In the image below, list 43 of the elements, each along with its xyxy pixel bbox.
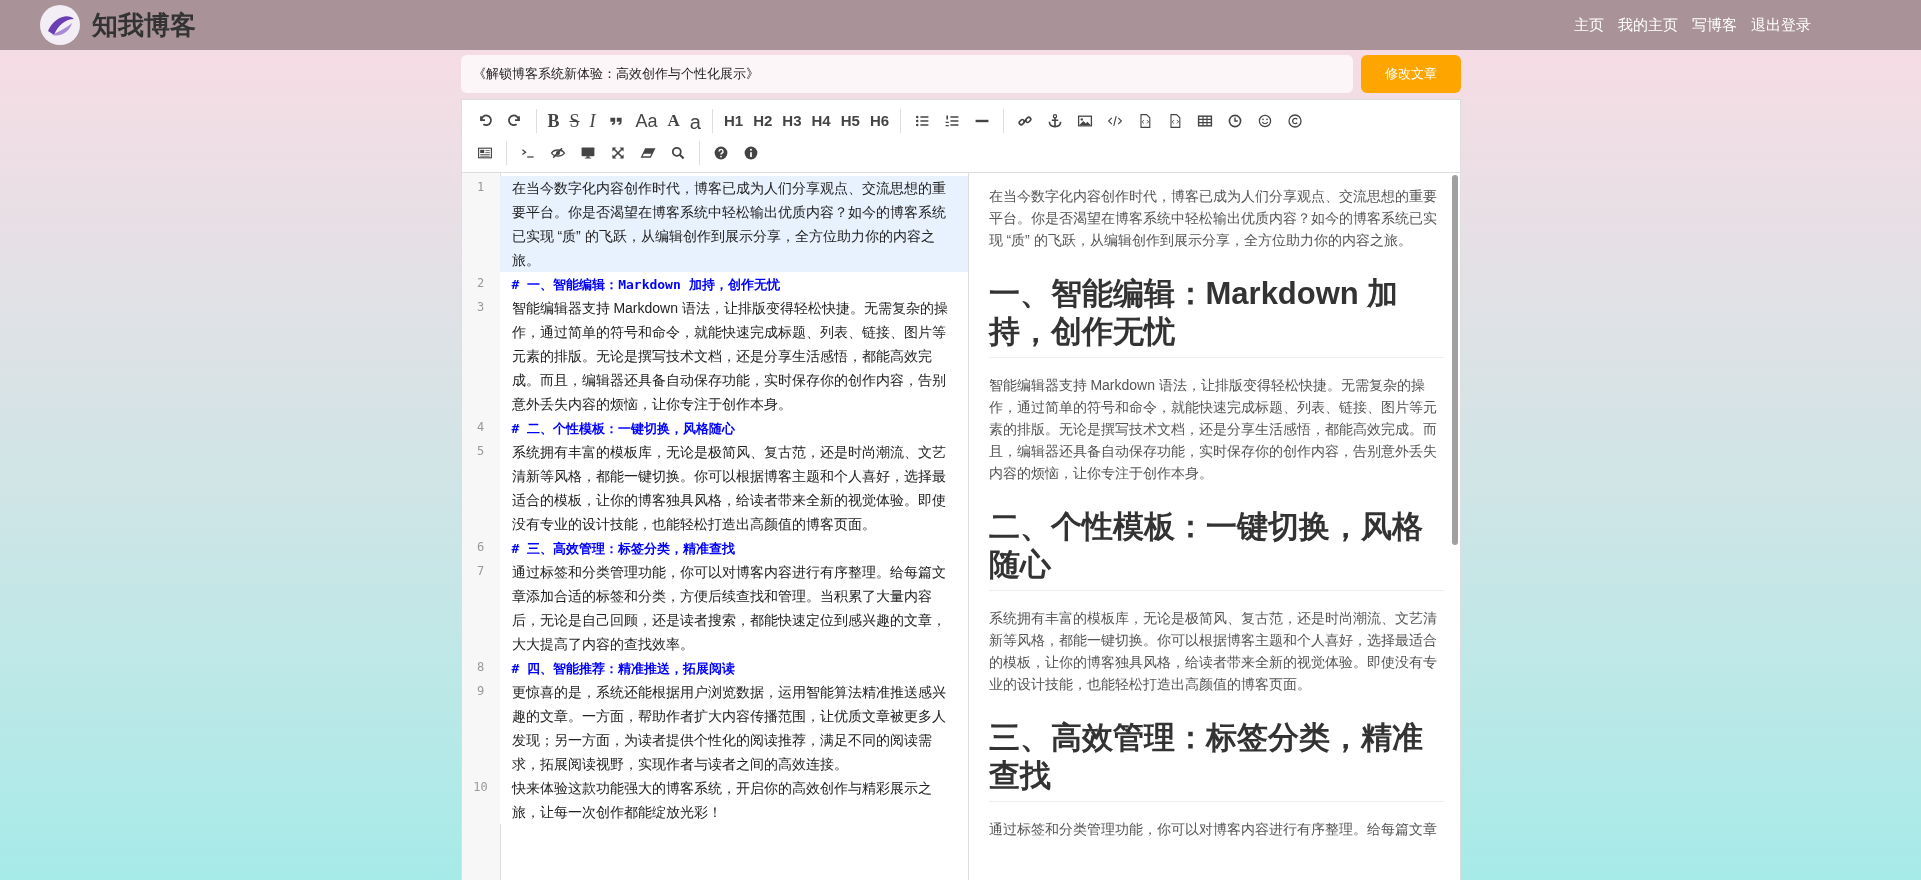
- code-line: 通过标签和分类管理功能，你可以对博客内容进行有序整理。给每篇文章添加合适的标签和分类，方便后续查找和管理。当积累了大量内容后，无论是自己回顾，还是读者搜索，都能快速定位到感兴趣的文章，大大提高了内容的查找效率。: [511, 564, 946, 652]
- code-line: 更惊喜的是，系统还能根据用户浏览数据，运用智能算法精准推送感兴趣的文章。一方面，帮助作者扩大内容传播范围，让优质文章被更多人发现；另一方面，为读者提供个性化的阅读推荐，满足不同的阅读需求，拓展阅读视野，实现作者与读者之间的高效连接。: [511, 684, 946, 772]
- heading-button[interactable]: H3: [777, 107, 807, 135]
- line-number: 7: [475, 563, 486, 580]
- line-number: 5: [475, 443, 486, 460]
- logo-icon: [40, 5, 80, 45]
- line-number: 3: [475, 299, 486, 316]
- preview-heading: 三、高效管理：标签分类，精准查找: [988, 719, 1444, 802]
- line-number: 10: [472, 779, 489, 796]
- preview-paragraph: 系统拥有丰富的模板库，无论是极简风、复古范，还是时尚潮流、文艺清新等风格，都能一键切换。你可以根据博客主题和个人喜好，选择最适合的模板，让你的博客独具风格，给读者带来全新的视觉体验。即使没有专业的设计技能，也能轻松打造出高颜值的博客页面。: [988, 609, 1438, 694]
- title-field[interactable]: 《解锁博客系统新体验：高效创作与个性化展示》: [460, 55, 1353, 93]
- site-title[interactable]: 知我博客: [92, 5, 196, 45]
- line-number: 1: [475, 179, 486, 196]
- lowercase-button[interactable]: a: [684, 107, 706, 135]
- capitalize-button[interactable]: Aa: [630, 107, 663, 135]
- line-number: 4: [475, 419, 486, 436]
- preview-paragraph: 通过标签和分类管理功能，你可以对博客内容进行有序整理。给每篇文章: [988, 820, 1438, 839]
- line-number: 8: [475, 659, 486, 676]
- heading-button[interactable]: H4: [806, 107, 836, 135]
- markdown-heading-line: # 三、高效管理：标签分类，精准查找: [511, 541, 736, 556]
- italic-button[interactable]: I: [584, 107, 601, 135]
- line-number: 6: [475, 539, 486, 556]
- strikethrough-button[interactable]: S: [564, 107, 585, 135]
- code-line: 智能编辑器支持 Markdown 语法，让排版变得轻松快捷。无需复杂的操作，通过简单的符号和命令，就能快速完成标题、列表、链接、图片等元素的排版。无论是撰写技术文档，还是分享生活感悟，都能高效完成。而且，编辑器还具备自动保存功能，实时保存你的创作内容，告别意外丢失内容的烦恼，让你专注于创作本身。: [511, 300, 948, 412]
- line-number: 2: [475, 275, 486, 292]
- preview-paragraph: 智能编辑器支持 Markdown 语法，让排版变得轻松快捷。无需复杂的操作，通过简单的符号和命令，就能快速完成标题、列表、链接、图片等元素的排版。无论是撰写技术文档，还是分享生活感悟，都能高效完成。而且，编辑器还具备自动保存功能，实时保存你的创作内容，告别意外丢失内容的烦恼，让你专注于创作本身。: [988, 376, 1438, 483]
- heading-button[interactable]: H5: [835, 107, 865, 135]
- scrollbar[interactable]: [1451, 175, 1458, 545]
- code-line: 快来体验这款功能强大的博客系统，开启你的高效创作与精彩展示之旅，让每一次创作都能绽放光彩！: [511, 780, 932, 820]
- markdown-heading-line: # 一、智能编辑：Markdown 加持，创作无忧: [511, 277, 780, 292]
- heading-button[interactable]: H2: [748, 107, 778, 135]
- code-line: 在当今数字化内容创作时代，博客已成为人们分享观点、交流思想的重要平台。你是否渴望在博客系统中轻松输出优质内容？如今的博客系统已实现 “质” 的飞跃，从编辑创作到展示分享，全方位助力你的内容之旅。: [511, 180, 946, 268]
- markdown-heading-line: # 四、智能推荐：精准推送，拓展阅读: [511, 661, 736, 676]
- code-line: 系统拥有丰富的模板库，无论是极简风、复古范，还是时尚潮流、文艺清新等风格，都能一键切换。你可以根据博客主题和个人喜好，选择最适合的模板，让你的博客独具风格，给读者带来全新的视觉体验。即使没有专业的设计技能，也能轻松打造出高颜值的博客页面。: [511, 444, 946, 532]
- markdown-heading-line: # 二、个性模板：一键切换，风格随心: [511, 421, 736, 436]
- uppercase-button[interactable]: A: [662, 107, 685, 135]
- line-number: 9: [475, 683, 486, 700]
- heading-button[interactable]: H1: [718, 107, 749, 135]
- preview-heading: 一、智能编辑：Markdown 加持，创作无忧: [988, 275, 1444, 358]
- preview-heading: 二、个性模板：一键切换，风格随心: [988, 508, 1444, 591]
- preview-paragraph: 在当今数字化内容创作时代，博客已成为人们分享观点、交流思想的重要平台。你是否渴望在博客系统中轻松输出优质内容？如今的博客系统已实现 “质” 的飞跃，从编辑创作到展示分享，全方位助力你的内容之旅。: [988, 187, 1438, 250]
- bold-button[interactable]: B: [542, 107, 565, 135]
- heading-button[interactable]: H6: [864, 107, 895, 135]
